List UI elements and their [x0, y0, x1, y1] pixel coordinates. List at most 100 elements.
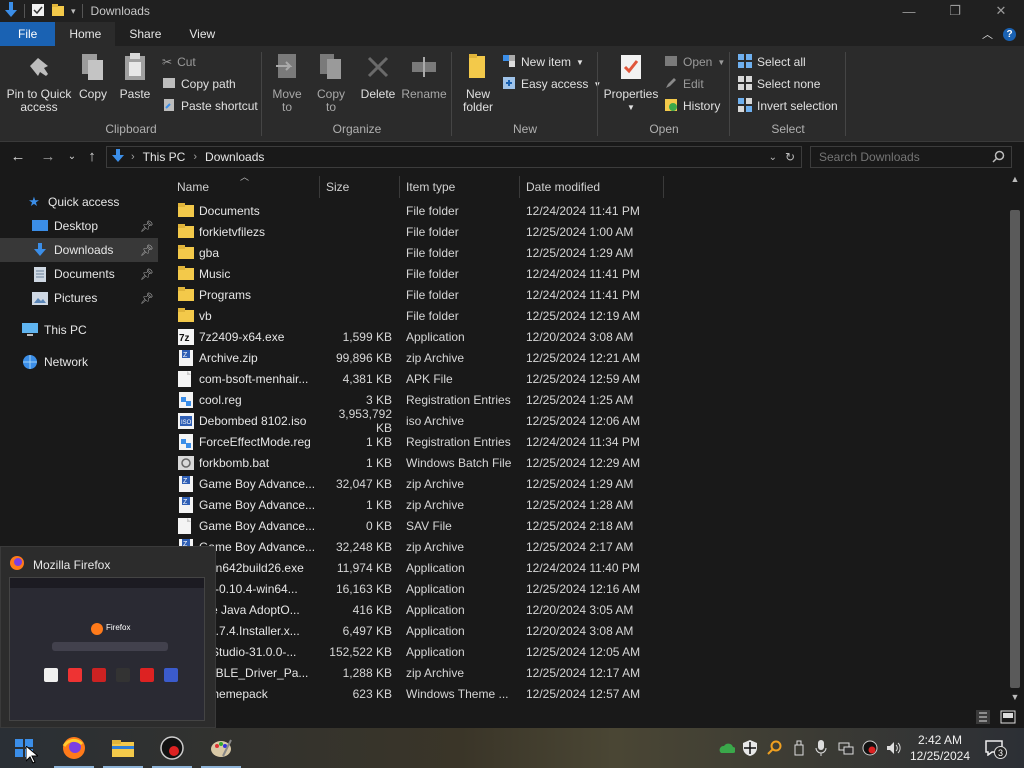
- file-row[interactable]: cool.reg 3 KB Registration Entries 12/25/20…: [158, 389, 1006, 410]
- new-item-button[interactable]: New item ▼: [502, 52, 584, 72]
- delete-button[interactable]: Delete: [360, 52, 396, 101]
- invert-selection-button[interactable]: Invert selection: [738, 96, 838, 116]
- pin-quick-access-button[interactable]: Pin to Quick access: [4, 52, 74, 114]
- taskbar-app-dark[interactable]: [148, 728, 196, 768]
- properties-button[interactable]: Properties ▼: [604, 52, 658, 114]
- file-row[interactable]: Z Archive.zip 99,896 KB zip Archive 12/25/20…: [158, 347, 1006, 368]
- tray-network-icon[interactable]: [836, 738, 856, 758]
- copy-to-button[interactable]: Copy to: [314, 52, 348, 114]
- nav-documents[interactable]: Documents 📌︎: [0, 262, 158, 286]
- column-header-name[interactable]: Name: [171, 176, 320, 198]
- breadcrumb-chevron-icon[interactable]: ›: [131, 151, 135, 163]
- large-icons-view-icon[interactable]: [1000, 710, 1016, 727]
- open-button[interactable]: Open ▼: [664, 52, 725, 72]
- scrollbar-thumb[interactable]: [1010, 210, 1020, 688]
- tray-usb-icon[interactable]: [790, 738, 808, 758]
- breadcrumb-chevron-icon[interactable]: ›: [193, 151, 197, 163]
- taskbar-thumbnail-preview[interactable]: Mozilla Firefox Firefox: [0, 546, 216, 728]
- refresh-icon[interactable]: ↻: [785, 150, 795, 164]
- select-all-button[interactable]: Select all: [738, 52, 806, 72]
- customize-qa-dropdown-icon[interactable]: ▾: [71, 6, 76, 17]
- paste-shortcut-button[interactable]: Paste shortcut: [162, 96, 258, 116]
- file-row[interactable]: Music File folder 12/24/2024 11:41 PM: [158, 263, 1006, 284]
- help-icon[interactable]: ?: [1003, 27, 1016, 41]
- column-header-type[interactable]: Item type: [400, 176, 520, 198]
- copy-button[interactable]: Copy: [76, 52, 110, 101]
- close-button[interactable]: ✕: [978, 0, 1024, 22]
- file-row[interactable]: Z Game Boy Advance... 1 KB zip Archive 12/25…: [158, 494, 1006, 515]
- maximize-button[interactable]: ❐: [932, 0, 978, 22]
- file-row[interactable]: Z Game Boy Advance... 32,248 KB zip Archive…: [158, 536, 1006, 557]
- tab-view[interactable]: View: [175, 22, 229, 46]
- taskbar-paint[interactable]: [197, 728, 245, 768]
- paste-button[interactable]: Paste: [116, 52, 154, 101]
- tray-app-circle-icon[interactable]: [860, 738, 880, 758]
- file-row[interactable]: site Java AdoptO... 416 KB Application 12/2…: [158, 599, 1006, 620]
- firefox-window-preview[interactable]: Firefox: [9, 577, 205, 721]
- scroll-up-arrow-icon[interactable]: ▲: [1006, 174, 1024, 188]
- search-icon[interactable]: [992, 150, 1005, 166]
- tab-file[interactable]: File: [0, 22, 56, 46]
- file-row[interactable]: man642build26.exe 11,974 KB Application 12/…: [158, 557, 1006, 578]
- nav-this-pc[interactable]: This PC: [0, 318, 158, 342]
- tray-search-icon[interactable]: [764, 738, 784, 758]
- file-row[interactable]: Game Boy Advance... 0 KB SAV File 12/25/202…: [158, 515, 1006, 536]
- tray-onedrive-icon[interactable]: [716, 738, 736, 758]
- tray-volume-icon[interactable]: [884, 738, 904, 758]
- file-row[interactable]: b.8.7.4.Installer.x... 6,497 KB Applicatio…: [158, 620, 1006, 641]
- forward-arrow-icon[interactable]: →: [38, 146, 58, 166]
- up-arrow-icon[interactable]: ↑: [82, 146, 102, 166]
- file-row[interactable]: Z Game Boy Advance... 32,047 KB zip Archive…: [158, 473, 1006, 494]
- file-row[interactable]: Documents File folder 12/24/2024 11:41 PM: [158, 200, 1006, 221]
- easy-access-button[interactable]: Easy access ▼: [502, 74, 601, 94]
- search-box[interactable]: [810, 146, 1012, 168]
- new-folder-qa-icon[interactable]: [51, 3, 65, 20]
- column-header-size[interactable]: Size: [320, 176, 400, 198]
- file-row[interactable]: ZCABLE_Driver_Pa...1,288 KBzip Archive12…: [158, 662, 1006, 683]
- scroll-down-arrow-icon[interactable]: ▼: [1006, 692, 1024, 706]
- nav-network[interactable]: Network: [0, 350, 158, 374]
- new-folder-button[interactable]: New folder: [460, 52, 496, 114]
- file-row[interactable]: BA-0.10.4-win64... 16,163 KB Application 12…: [158, 578, 1006, 599]
- file-row[interactable]: 7z 7z2409-x64.exe 1,599 KB Application 12/20…: [158, 326, 1006, 347]
- nav-pictures[interactable]: Pictures 📌︎: [0, 286, 158, 310]
- pin-icon[interactable]: 📌︎: [140, 268, 154, 281]
- details-view-icon[interactable]: [976, 710, 990, 727]
- start-button[interactable]: [0, 728, 48, 768]
- taskbar-file-explorer[interactable]: [99, 728, 147, 768]
- file-row[interactable]: com-bsoft-menhair... 4,381 KB APK File 12/2…: [158, 368, 1006, 389]
- copy-path-button[interactable]: Copy path: [162, 74, 236, 94]
- tab-home[interactable]: Home: [55, 22, 116, 46]
- address-dropdown-icon[interactable]: ⌄: [769, 152, 777, 163]
- tray-microphone-icon[interactable]: [812, 738, 830, 758]
- file-row[interactable]: vb File folder 12/25/2024 12:19 AM: [158, 305, 1006, 326]
- cut-button[interactable]: ✂ Cut: [162, 52, 196, 72]
- column-header-date[interactable]: Date modified: [520, 176, 664, 198]
- taskbar-clock[interactable]: 2:42 AM 12/25/2024: [910, 732, 970, 764]
- nav-desktop[interactable]: Desktop 📌︎: [0, 214, 158, 238]
- action-center-button[interactable]: 3: [982, 738, 1007, 759]
- search-input[interactable]: [819, 150, 989, 164]
- breadcrumb-downloads[interactable]: Downloads: [205, 150, 264, 164]
- file-row[interactable]: forkietvfilezs File folder 12/25/2024 1:00…: [158, 221, 1006, 242]
- file-row[interactable]: gba File folder 12/25/2024 1:29 AM: [158, 242, 1006, 263]
- edit-button[interactable]: Edit: [664, 74, 704, 94]
- breadcrumb-this-pc[interactable]: This PC: [143, 150, 186, 164]
- properties-qa-icon[interactable]: [31, 3, 45, 20]
- file-row[interactable]: ForceEffectMode.reg 1 KB Registration Entr…: [158, 431, 1006, 452]
- nav-quick-access[interactable]: ★ Quick access: [0, 190, 158, 214]
- file-row[interactable]: forkbomb.bat 1 KB Windows Batch File 12/25/…: [158, 452, 1006, 473]
- pin-icon[interactable]: 📌︎: [140, 292, 154, 305]
- address-bar[interactable]: › This PC › Downloads ⌄ ↻: [106, 146, 802, 168]
- file-row[interactable]: ISO Debombed 8102.iso 3,953,792 KB iso Arch…: [158, 407, 1006, 435]
- history-button[interactable]: History: [664, 96, 720, 116]
- file-row[interactable]: Programs File folder 12/24/2024 11:41 PM: [158, 284, 1006, 305]
- collapse-ribbon-icon[interactable]: ︿: [982, 26, 993, 42]
- vertical-scrollbar[interactable]: ▲ ▼: [1006, 170, 1024, 708]
- rename-button[interactable]: Rename: [401, 52, 447, 101]
- nav-downloads[interactable]: Downloads 📌︎: [0, 238, 158, 262]
- recent-locations-chevron-icon[interactable]: ⌄: [62, 146, 82, 166]
- pin-icon[interactable]: 📌︎: [140, 220, 154, 233]
- taskbar-firefox[interactable]: [50, 728, 98, 768]
- tab-share[interactable]: Share: [115, 22, 175, 46]
